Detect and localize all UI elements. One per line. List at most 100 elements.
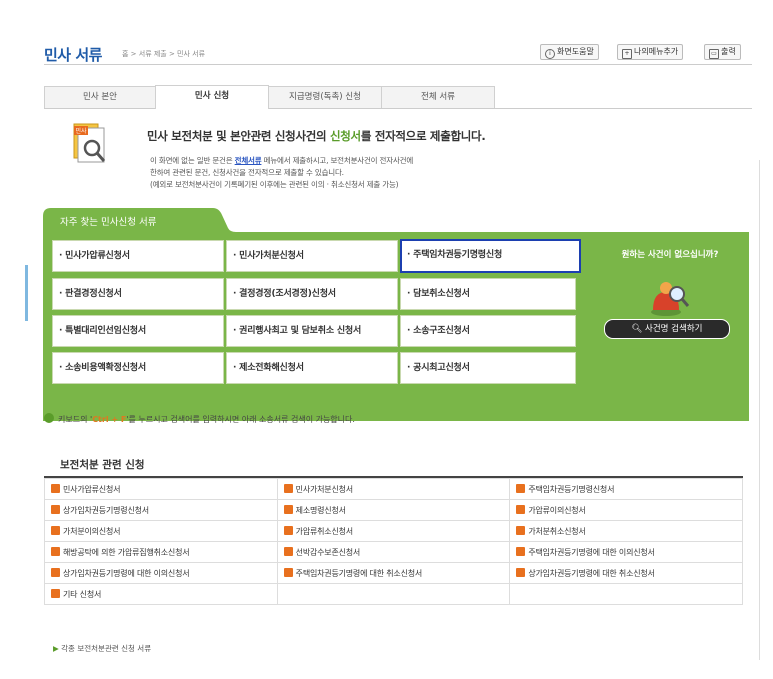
document-bullet-icon [283, 504, 293, 514]
hint-post: '를 누르시고 검색어를 입력하시면 아래 소송서류 검색이 가능합니다. [126, 415, 355, 424]
right-divider [759, 160, 760, 660]
page-title: 민사 서류 [44, 46, 102, 64]
intro-title: 민사 보전처분 및 본안관련 신청사건의 신청서를 전자적으로 제출합니다. [147, 128, 486, 144]
add-mymenu-label: 나의메뉴추가 [634, 47, 679, 56]
search-icon: 🔍︎ [631, 324, 646, 334]
table-cell[interactable]: 상가임차권등기명령신청서 [44, 499, 278, 521]
table-cell[interactable]: 주택임차권등기명령신청서 [509, 478, 743, 500]
frequent-item[interactable]: · 담보취소신청서 [400, 278, 576, 310]
tab-civil-main[interactable]: 민사 본안 [44, 86, 156, 108]
frequent-item[interactable]: · 결정경정(조서경정)신청서 [226, 278, 398, 310]
no-case-question: 원하는 사건이 없으십니까? [621, 250, 719, 260]
table-row: 민사가압류신청서 민사가처분신청서 주택임차권등기명령신청서 [44, 478, 743, 500]
arrow-right-icon: ▶ [53, 644, 62, 653]
table-cell[interactable]: 선박감수보존신청서 [276, 541, 511, 563]
table-cell[interactable]: 주택임차권등기명령에 대한 이의신청서 [509, 541, 743, 563]
all-documents-link[interactable]: 전체서류 [235, 156, 262, 165]
document-bullet-icon [283, 546, 293, 556]
section-title: 보전처분 관련 신청 [60, 459, 145, 471]
document-link[interactable]: 기타 신청서 [63, 590, 101, 599]
table-cell[interactable]: 민사가압류신청서 [44, 478, 278, 500]
document-link[interactable]: 상가임차권등기명령신청서 [63, 506, 149, 515]
frequent-item-selected[interactable]: · 주택임차권등기명령신청 [400, 239, 581, 273]
document-link[interactable]: 상가임차권등기명령에 대한 이의신청서 [63, 569, 190, 578]
document-link[interactable]: 가처분취소신청서 [528, 527, 585, 536]
breadcrumb: 홈 > 서류 제출 > 민사 서류 [122, 50, 206, 58]
table-cell[interactable]: 민사가처분신청서 [276, 478, 511, 500]
document-link[interactable]: 가처분이의신청서 [63, 527, 120, 536]
frequent-panel-title: 자주 찾는 민사신청 서류 [60, 217, 157, 228]
table-cell[interactable]: 제소명령신청서 [276, 499, 511, 521]
document-bullet-icon [516, 525, 526, 535]
hint-pre: 키보드의 ' [58, 415, 93, 424]
document-bullet-icon [283, 525, 293, 535]
add-mymenu-button[interactable]: + 나의메뉴추가 [617, 44, 684, 60]
document-link[interactable]: 상가임차권등기명령에 대한 취소신청서 [528, 569, 655, 578]
table-cell[interactable]: 주택임차권등기명령에 대한 취소신청서 [276, 562, 511, 584]
frequent-item[interactable]: · 판결경정신청서 [52, 278, 224, 310]
tab-civil-application[interactable]: 민사 신청 [155, 85, 269, 109]
document-bullet-icon [51, 504, 60, 514]
tab-payment-order[interactable]: 지급명령(독촉) 신청 [268, 86, 382, 108]
case-search-button[interactable]: 🔍︎ 사건명 검색하기 [604, 319, 730, 339]
table-cell[interactable]: 가압류이의신청서 [509, 499, 743, 521]
document-link[interactable]: 가압류취소신청서 [296, 527, 353, 536]
frequent-item[interactable]: · 제소전화해신청서 [226, 352, 398, 384]
left-decoration [25, 265, 28, 321]
hint-arrow-icon [44, 413, 54, 423]
table-cell [276, 583, 511, 605]
frequent-item[interactable]: · 권리행사최고 및 담보취소 신청서 [226, 315, 398, 347]
case-search-icon [651, 282, 690, 316]
document-link[interactable]: 가압류이의신청서 [528, 506, 585, 515]
document-link[interactable]: 선박감수보존신청서 [296, 548, 361, 557]
intro-line1-pre: 이 화면에 없는 일반 문건은 [150, 156, 235, 165]
document-bullet-icon [516, 504, 526, 514]
table-row: 상가임차권등기명령에 대한 이의신청서 주택임차권등기명령에 대한 취소신청서 상가… [44, 562, 743, 584]
document-link[interactable]: 민사가처분신청서 [296, 485, 353, 494]
frequent-item[interactable]: · 소송비용액확정신청서 [52, 352, 224, 384]
document-bullet-icon [516, 546, 526, 556]
table-row: 상가임차권등기명령신청서 제소명령신청서 가압류이의신청서 [44, 499, 743, 521]
print-button[interactable]: ▭ 출력 [704, 44, 741, 60]
document-link[interactable]: 제소명령신청서 [296, 506, 346, 515]
document-link[interactable]: 해방공탁에 의한 가압류집행취소신청서 [63, 548, 190, 557]
bookmark-icon: + [622, 49, 632, 59]
frequent-item[interactable]: · 특별대리인선임신청서 [52, 315, 224, 347]
intro-line-1: 이 화면에 없는 일반 문건은 전체서류 메뉴에서 제출하시고, 보전처분사건이… [150, 155, 413, 166]
document-link[interactable]: 주택임차권등기명령에 대한 이의신청서 [528, 548, 655, 557]
tab-all-documents[interactable]: 전체 서류 [381, 86, 495, 108]
table-cell[interactable]: 상가임차권등기명령에 대한 취소신청서 [509, 562, 743, 584]
intro-line-2: 한하여 관련된 문건, 신청사건을 전자적으로 제출할 수 있습니다. [150, 168, 344, 177]
icon-label: 민사 [76, 127, 88, 135]
table-cell[interactable]: 상가임차권등기명령에 대한 이의신청서 [44, 562, 278, 584]
more-documents-link[interactable]: ▶ 각종 보전처분관련 신청 서류 [53, 643, 151, 654]
document-bullet-icon [51, 525, 60, 535]
table-cell[interactable]: 가처분취소신청서 [509, 520, 743, 542]
table-cell[interactable]: 가처분이의신청서 [44, 520, 278, 542]
info-icon: i [545, 49, 555, 59]
document-bullet-icon [51, 567, 60, 577]
intro-title-post: 를 전자적으로 제출합니다. [360, 129, 486, 143]
search-hint: 키보드의 'Ctrl + F'를 누르시고 검색어를 입력하시면 아래 소송서류… [58, 414, 355, 425]
table-cell[interactable]: 해방공탁에 의한 가압류집행취소신청서 [44, 541, 278, 563]
table-row: 기타 신청서 [44, 583, 743, 605]
hint-key: Ctrl + F [92, 415, 127, 424]
frequent-item[interactable]: · 공시최고신청서 [400, 352, 576, 384]
more-documents-label: 각종 보전처분관련 신청 서류 [61, 644, 152, 653]
table-row: 가처분이의신청서 가압류취소신청서 가처분취소신청서 [44, 520, 743, 542]
frequent-item[interactable]: · 소송구조신청서 [400, 315, 576, 347]
intro-line-3: (예외로 보전처분사건이 기록폐기된 이후에는 관련된 이의 · 취소신청서 제… [150, 180, 399, 189]
intro-line1-post: 메뉴에서 제출하시고, 보전처분사건이 전자사건에 [261, 156, 414, 165]
frequent-item[interactable]: · 민사가압류신청서 [52, 240, 224, 272]
frequent-item[interactable]: · 민사가처분신청서 [226, 240, 398, 272]
document-bullet-icon [283, 567, 293, 577]
document-link[interactable]: 민사가압류신청서 [63, 485, 120, 494]
document-link[interactable]: 주택임차권등기명령신청서 [528, 485, 614, 494]
document-bullet-icon [51, 588, 60, 598]
table-cell[interactable]: 기타 신청서 [44, 583, 278, 605]
help-button[interactable]: i 화면도움말 [540, 44, 599, 60]
document-link[interactable]: 주택임차권등기명령에 대한 취소신청서 [296, 569, 423, 578]
table-row: 해방공탁에 의한 가압류집행취소신청서 선박감수보존신청서 주택임차권등기명령에 대… [44, 541, 743, 563]
table-cell[interactable]: 가압류취소신청서 [276, 520, 511, 542]
document-bullet-icon [51, 483, 60, 493]
